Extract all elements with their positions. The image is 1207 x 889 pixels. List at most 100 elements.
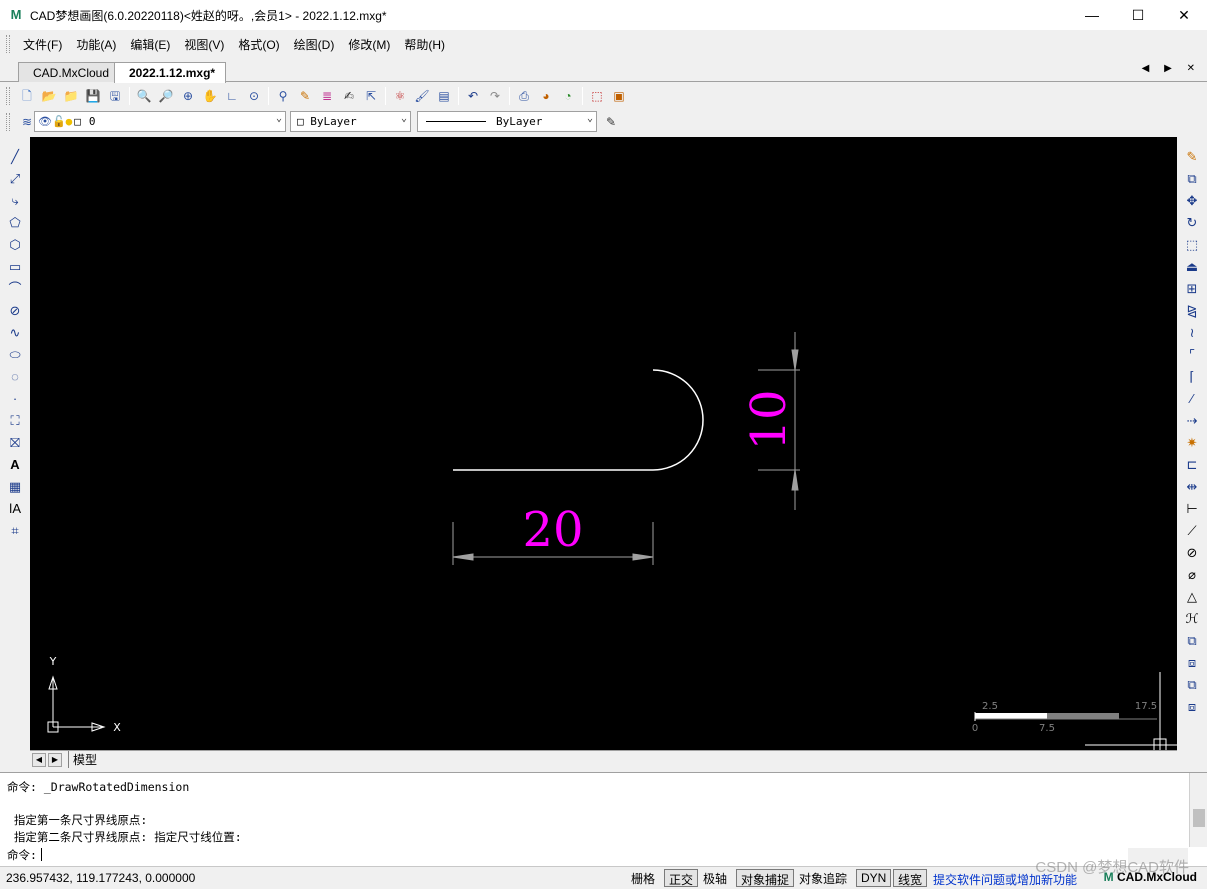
ucs-icon[interactable]: ∟ — [223, 87, 241, 105]
ellipse-arc-icon[interactable]: ◌ — [6, 367, 24, 385]
scrollbar-thumb[interactable] — [1193, 809, 1205, 827]
drawn-geometry[interactable] — [453, 369, 704, 471]
polygon-icon[interactable]: ⬠ — [6, 213, 24, 231]
command-input[interactable]: 命令: — [7, 847, 42, 863]
dim-diameter-icon[interactable]: ⌀ — [1183, 565, 1201, 583]
mtext-icon[interactable]: ǀA — [6, 499, 24, 517]
mirror-icon[interactable]: ⧎ — [1183, 301, 1201, 319]
move-icon[interactable]: ✥ — [1183, 191, 1201, 209]
match-properties-icon[interactable]: ⚲ — [274, 87, 292, 105]
extend-icon[interactable]: ⇢ — [1183, 411, 1201, 429]
menu-function[interactable]: 功能(A) — [69, 36, 123, 53]
dim-angular-icon[interactable]: △ — [1183, 587, 1201, 605]
circle-icon[interactable]: ⊘ — [6, 301, 24, 319]
zoom-extents-icon[interactable]: ⊙ — [245, 87, 263, 105]
chamfer-icon[interactable]: ⌈ — [1183, 367, 1201, 385]
dim-linear-icon[interactable]: ⊢ — [1183, 499, 1201, 517]
stretch-icon[interactable]: ⏏ — [1183, 257, 1201, 275]
menu-modify[interactable]: 修改(M) — [341, 36, 397, 53]
undo-icon[interactable]: ↶ — [464, 87, 482, 105]
dim-radius-icon[interactable]: ⊘ — [1183, 543, 1201, 561]
scroll-right-icon[interactable]: ▶ — [48, 752, 62, 767]
trim-icon[interactable]: ⁄ — [1183, 389, 1201, 407]
redo-icon[interactable]: ↷ — [486, 87, 504, 105]
grid-toggle[interactable]: 栅格 — [627, 869, 659, 887]
arc-icon[interactable]: ⌒ — [6, 279, 24, 297]
linetype-select[interactable]: ByLayer ⌄ — [417, 111, 597, 132]
spline-icon[interactable]: ∿ — [6, 323, 24, 341]
hatch-icon[interactable]: ⌗ — [6, 521, 24, 539]
menu-file[interactable]: 文件(F) — [16, 36, 69, 53]
copy-icon[interactable]: ⧉ — [1183, 169, 1201, 187]
layer-select[interactable]: 👁 🔓 ● □ 0 ⌄ — [34, 111, 286, 132]
polar-toggle[interactable]: 极轴 — [699, 869, 731, 887]
block-icon[interactable]: ⚛ — [391, 87, 409, 105]
dim-aligned-icon[interactable]: ⟋ — [1183, 521, 1201, 539]
layers-color-icon[interactable]: ≣ — [318, 87, 336, 105]
otrack-toggle[interactable]: 对象追踪 — [795, 869, 851, 887]
zoom-out-icon[interactable]: 🔎 — [157, 87, 175, 105]
save-icon[interactable]: 💾 — [84, 87, 102, 105]
polyline-icon[interactable]: ⤷ — [6, 191, 24, 209]
xline-icon[interactable]: ⤢ — [6, 169, 24, 187]
command-scrollbar[interactable] — [1189, 773, 1207, 847]
line-icon[interactable]: ╱ — [6, 147, 24, 165]
draw-order-front-icon[interactable]: ⧉ — [1183, 631, 1201, 649]
rectangle-icon[interactable]: ▭ — [6, 257, 24, 275]
refresh-icon[interactable]: ◔ — [559, 87, 577, 105]
erase-icon[interactable]: ✎ — [1183, 147, 1201, 165]
minimize-button[interactable]: — — [1069, 0, 1115, 30]
scale-icon[interactable]: ⬚ — [1183, 235, 1201, 253]
make-block-icon[interactable]: ⛝ — [6, 433, 24, 451]
zoom-window-icon[interactable]: 🔍 — [135, 87, 153, 105]
tab-model[interactable]: 模型 — [68, 751, 101, 768]
scroll-left-icon[interactable]: ◀ — [32, 752, 46, 767]
pdf-icon[interactable]: ⬚ — [588, 87, 606, 105]
properties-icon[interactable]: ▤ — [435, 87, 453, 105]
lineweight-icon[interactable]: ✎ — [602, 113, 620, 131]
open-file-icon[interactable]: 📂 — [40, 87, 58, 105]
maximize-button[interactable]: ☐ — [1115, 0, 1161, 30]
pentagon-icon[interactable]: ⬡ — [6, 235, 24, 253]
break-icon[interactable]: ⊏ — [1183, 455, 1201, 473]
menu-edit[interactable]: 编辑(E) — [123, 36, 177, 53]
rotate-icon[interactable]: ↻ — [1183, 213, 1201, 231]
menu-help[interactable]: 帮助(H) — [397, 36, 452, 53]
menu-view[interactable]: 视图(V) — [177, 36, 231, 53]
text-icon[interactable]: A — [6, 455, 24, 473]
draw-order-below-icon[interactable]: ⧈ — [1183, 697, 1201, 715]
menu-draw[interactable]: 绘图(D) — [287, 36, 342, 53]
table-icon[interactable]: ▦ — [6, 477, 24, 495]
color-select[interactable]: □ ByLayer ⌄ — [290, 111, 411, 132]
insert-block-icon[interactable]: ⛶ — [6, 411, 24, 429]
print-icon[interactable]: ⎙ — [515, 87, 533, 105]
close-button[interactable]: ✕ — [1161, 0, 1207, 30]
tab-cad-mxcloud[interactable]: CAD.MxCloud — [18, 62, 121, 82]
menu-format[interactable]: 格式(O) — [231, 36, 286, 53]
ortho-toggle[interactable]: 正交 — [664, 869, 699, 887]
open-cloud-icon[interactable]: 📁 — [62, 87, 80, 105]
tab-nav-icons[interactable]: ◀ ▶ ✕ — [1142, 63, 1201, 74]
offset-icon[interactable]: ≀ — [1183, 323, 1201, 341]
pencil-icon[interactable]: ✎ — [296, 87, 314, 105]
draw-order-above-icon[interactable]: ⧉ — [1183, 675, 1201, 693]
image-icon[interactable]: ▣ — [610, 87, 628, 105]
join-icon[interactable]: ⇹ — [1183, 477, 1201, 495]
drawing-canvas[interactable]: 20 10 Y X 2.5 17.5 0 7.5 — [30, 137, 1177, 750]
draw-order-back-icon[interactable]: ⧈ — [1183, 653, 1201, 671]
explode-icon[interactable]: ✷ — [1183, 433, 1201, 451]
save-as-icon[interactable]: 🖫 — [106, 87, 124, 105]
new-file-icon[interactable]: 🗋 — [18, 87, 36, 105]
export-icon[interactable]: ⇱ — [362, 87, 380, 105]
dim-continue-icon[interactable]: ℋ — [1183, 609, 1201, 627]
tab-drawing[interactable]: 2022.1.12.mxg* — [114, 62, 227, 83]
point-icon[interactable]: · — [6, 389, 24, 407]
ellipse-icon[interactable]: ⬭ — [6, 345, 24, 363]
render-icon[interactable]: ◕ — [537, 87, 555, 105]
dyn-toggle[interactable]: DYN — [856, 869, 892, 887]
zoom-in-icon[interactable]: ⊕ — [179, 87, 197, 105]
brush-icon[interactable]: 🖌 — [413, 87, 431, 105]
osnap-toggle[interactable]: 对象捕捉 — [736, 869, 795, 887]
fillet-icon[interactable]: ⌜ — [1183, 345, 1201, 363]
pan-icon[interactable]: ✋ — [201, 87, 219, 105]
